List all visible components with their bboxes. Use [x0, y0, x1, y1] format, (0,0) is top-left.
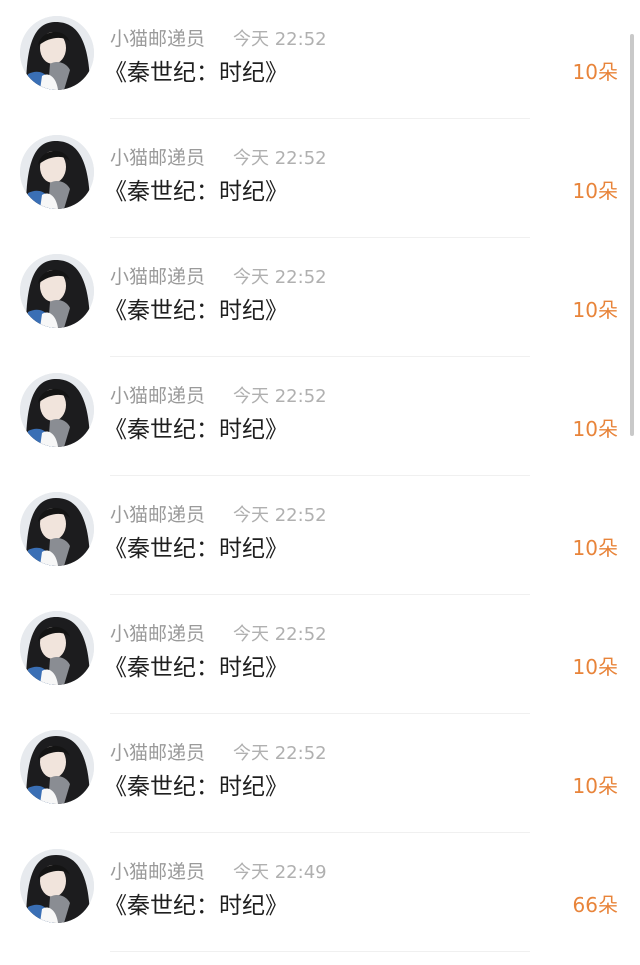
sender-name: 小猫邮递员 — [110, 623, 206, 645]
avatar[interactable] — [20, 135, 94, 209]
flower-count: 10朵 — [572, 179, 618, 203]
book-title: 《秦世纪：时纪》 — [104, 536, 288, 562]
timestamp: 今天 22:52 — [233, 505, 327, 526]
list-item[interactable]: 小猫邮递员 今天 22:52 《秦世纪：时纪》 10朵 — [0, 595, 640, 714]
sender-name: 小猫邮递员 — [110, 147, 206, 169]
book-title: 《秦世纪：时纪》 — [104, 179, 288, 205]
flower-count: 66朵 — [572, 893, 618, 917]
flower-count: 10朵 — [572, 774, 618, 798]
avatar[interactable] — [20, 254, 94, 328]
timestamp: 今天 22:52 — [233, 267, 327, 288]
list-item[interactable]: 小猫邮递员 今天 22:52 《秦世纪：时纪》 10朵 — [0, 119, 640, 238]
avatar[interactable] — [20, 492, 94, 566]
timestamp: 今天 22:52 — [233, 624, 327, 645]
timestamp: 今天 22:52 — [233, 148, 327, 169]
sender-name: 小猫邮递员 — [110, 861, 206, 883]
flower-count: 10朵 — [572, 298, 618, 322]
row-divider — [110, 951, 530, 952]
list-item[interactable]: 小猫邮递员 今天 22:52 《秦世纪：时纪》 10朵 — [0, 357, 640, 476]
list-item[interactable]: 小猫邮递员 今天 22:52 《秦世纪：时纪》 10朵 — [0, 0, 640, 119]
avatar[interactable] — [20, 373, 94, 447]
sender-name: 小猫邮递员 — [110, 28, 206, 50]
sender-name: 小猫邮递员 — [110, 385, 206, 407]
list-item[interactable]: 小猫邮递员 今天 22:49 《秦世纪：时纪》 66朵 — [0, 833, 640, 952]
flower-count: 10朵 — [572, 60, 618, 84]
avatar[interactable] — [20, 730, 94, 804]
list-item[interactable]: 小猫邮递员 今天 22:52 《秦世纪：时纪》 10朵 — [0, 476, 640, 595]
flower-count: 10朵 — [572, 536, 618, 560]
scrollbar[interactable] — [630, 34, 634, 436]
book-title: 《秦世纪：时纪》 — [104, 655, 288, 681]
message-list: 小猫邮递员 今天 22:52 《秦世纪：时纪》 10朵 小猫邮递员 今天 22:… — [0, 0, 640, 965]
list-item[interactable]: 小猫邮递员 今天 22:52 《秦世纪：时纪》 10朵 — [0, 238, 640, 357]
avatar[interactable] — [20, 16, 94, 90]
timestamp: 今天 22:52 — [233, 743, 327, 764]
avatar[interactable] — [20, 611, 94, 685]
timestamp: 今天 22:49 — [233, 862, 327, 883]
timestamp: 今天 22:52 — [233, 29, 327, 50]
flower-count: 10朵 — [572, 655, 618, 679]
book-title: 《秦世纪：时纪》 — [104, 774, 288, 800]
timestamp: 今天 22:52 — [233, 386, 327, 407]
flower-count: 10朵 — [572, 417, 618, 441]
list-item[interactable]: 小猫邮递员 今天 22:52 《秦世纪：时纪》 10朵 — [0, 714, 640, 833]
book-title: 《秦世纪：时纪》 — [104, 417, 288, 443]
sender-name: 小猫邮递员 — [110, 504, 206, 526]
sender-name: 小猫邮递员 — [110, 266, 206, 288]
sender-name: 小猫邮递员 — [110, 742, 206, 764]
book-title: 《秦世纪：时纪》 — [104, 60, 288, 86]
book-title: 《秦世纪：时纪》 — [104, 298, 288, 324]
book-title: 《秦世纪：时纪》 — [104, 893, 288, 919]
avatar[interactable] — [20, 849, 94, 923]
